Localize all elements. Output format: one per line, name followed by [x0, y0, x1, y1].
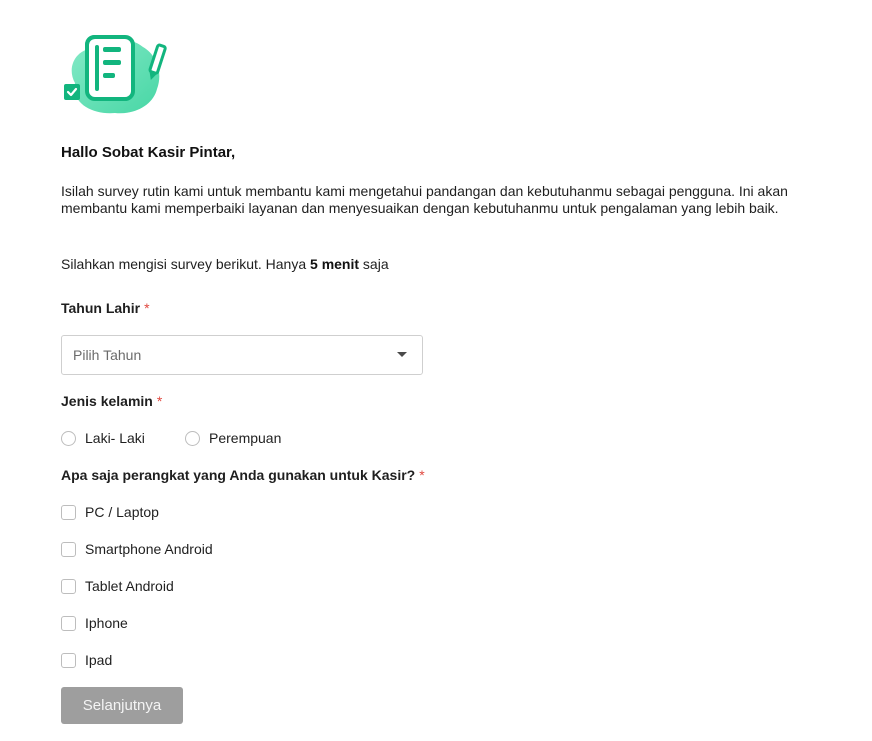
- gender-label: Jenis kelamin *: [61, 393, 162, 409]
- intro-text: Isilah survey rutin kami untuk membantu …: [61, 183, 788, 217]
- device-option-label: Iphone: [85, 615, 128, 631]
- checkbox-smartphone-android[interactable]: [61, 541, 76, 557]
- birth-year-label-text: Tahun Lahir: [61, 300, 141, 316]
- gender-option-label: Laki- Laki: [85, 430, 145, 446]
- time-note-prefix: Silahkan mengisi survey berikut. Hanya: [61, 256, 311, 272]
- device-option-label: Ipad: [85, 652, 113, 668]
- birth-year-label: Tahun Lahir *: [61, 300, 150, 316]
- device-option-label: Smartphone Android: [85, 541, 213, 557]
- device-option-smartphone-android[interactable]: Smartphone Android: [61, 541, 213, 557]
- required-mark: *: [156, 393, 163, 409]
- time-note: Silahkan mengisi survey berikut. Hanya 5…: [61, 256, 389, 272]
- radio-male[interactable]: [61, 430, 76, 446]
- device-option-tablet-android[interactable]: Tablet Android: [61, 578, 174, 594]
- device-option-iphone[interactable]: Iphone: [61, 615, 128, 631]
- device-option-label: Tablet Android: [85, 578, 174, 594]
- radio-female[interactable]: [185, 430, 200, 446]
- birth-year-select[interactable]: Pilih Tahun: [61, 335, 423, 375]
- gender-option-male[interactable]: Laki- Laki: [61, 430, 145, 446]
- greeting-heading: Hallo Sobat Kasir Pintar,: [61, 144, 236, 161]
- checkbox-tablet-android[interactable]: [61, 578, 76, 594]
- survey-logo-icon: [64, 35, 167, 114]
- gender-option-label: Perempuan: [209, 430, 282, 446]
- gender-label-text: Jenis kelamin: [61, 393, 153, 409]
- time-note-suffix: saja: [359, 256, 389, 272]
- gender-option-female[interactable]: Perempuan: [185, 430, 281, 446]
- devices-label-text: Apa saja perangkat yang Anda gunakan unt…: [61, 467, 416, 483]
- next-button[interactable]: Selanjutnya: [61, 687, 183, 724]
- checkbox-iphone[interactable]: [61, 615, 76, 631]
- survey-page: Hallo Sobat Kasir Pintar, Isilah survey …: [0, 0, 872, 741]
- chevron-down-icon: [397, 352, 407, 357]
- device-option-pc-laptop[interactable]: PC / Laptop: [61, 504, 159, 520]
- device-option-label: PC / Laptop: [85, 504, 159, 520]
- birth-year-placeholder: Pilih Tahun: [73, 347, 142, 363]
- required-mark: *: [144, 300, 150, 316]
- time-note-duration: 5 menit: [310, 256, 360, 272]
- checkbox-pc-laptop[interactable]: [61, 504, 76, 520]
- checkbox-ipad[interactable]: [61, 652, 76, 668]
- required-mark: *: [419, 467, 425, 483]
- device-option-ipad[interactable]: Ipad: [61, 652, 112, 668]
- devices-label: Apa saja perangkat yang Anda gunakan unt…: [61, 467, 425, 483]
